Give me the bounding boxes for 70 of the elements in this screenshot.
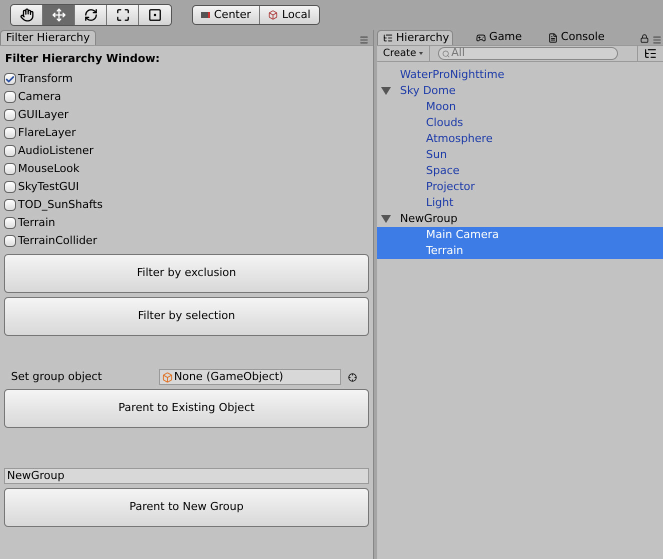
panel-tab[interactable]: Hierarchy [377,30,454,45]
checkbox-label: SkyTestGUI [18,178,79,195]
checkbox-label: FlareLayer [18,124,76,141]
checkbox[interactable] [4,163,16,175]
list-icon [383,33,393,43]
gamepad-icon [476,32,486,42]
checkbox[interactable] [4,235,16,247]
filter-button[interactable]: Filter by exclusion [4,254,369,293]
tree-item[interactable]: WaterProNighttime [377,67,663,83]
checkbox-label: AudioListener [18,142,94,159]
space-button[interactable]: Local [260,6,319,24]
tool-button[interactable] [107,5,139,25]
tree-item[interactable]: Atmosphere [377,131,663,147]
checkbox-label: Camera [18,88,62,105]
field-label: Set group object [10,368,103,385]
cube-icon [162,372,173,382]
search-icon [442,50,450,58]
object-field[interactable]: None (GameObject) [159,369,341,385]
tree-item[interactable]: Moon [377,99,663,115]
checkbox[interactable] [4,91,16,103]
tree-item[interactable]: Light [377,195,663,211]
pivot-icon [201,12,210,18]
rotate-arrows-icon [84,8,98,22]
panel-tab[interactable]: Filter Hierarchy [0,30,96,45]
tree-item[interactable]: Sun [377,147,663,163]
checkbox[interactable] [4,217,16,229]
panel-tab[interactable]: Console [542,30,608,45]
rect-icon [148,8,162,22]
scale-icon [116,8,130,22]
checkbox-label: Terrain [18,214,56,231]
tool-button[interactable] [139,5,171,25]
parent-existing-button[interactable]: Parent to Existing Object [4,389,369,428]
checkbox-label: TerrainCollider [18,232,98,249]
checkbox-label: GUILayer [18,106,68,123]
caret-icon [419,52,424,55]
cube-icon [268,10,278,20]
tool-button[interactable] [75,5,107,25]
hierarchy-filter-icon[interactable] [644,47,657,60]
create-dropdown[interactable]: Create [377,46,430,61]
window-heading: Filter Hierarchy Window: [5,51,161,67]
tree-item[interactable]: Terrain [377,243,663,259]
tree-item[interactable]: Clouds [377,115,663,131]
tool-button[interactable] [11,5,43,25]
tree-item[interactable]: Main Camera [377,227,663,243]
checkbox[interactable] [4,199,16,211]
checkbox-label: Transform [18,70,73,87]
checkbox[interactable] [4,127,16,139]
parent-new-button[interactable]: Parent to New Group [4,488,369,527]
checkbox[interactable] [4,181,16,193]
move-arrows-icon [52,8,66,22]
hand-icon [20,8,34,22]
check-icon [5,74,15,84]
group-name-field[interactable]: NewGroup [4,468,369,484]
tree-item[interactable]: Sky Dome [377,83,663,99]
checkbox-label: TOD_SunShafts [18,196,103,213]
checkbox[interactable] [4,109,16,121]
checkbox-label: MouseLook [18,160,80,177]
lock-icon[interactable] [640,34,649,43]
checkbox[interactable] [4,73,16,85]
pivot-button[interactable]: Center [193,6,260,24]
panel-tab[interactable]: Game [471,30,525,45]
expand-arrow-icon[interactable] [381,87,391,95]
panel-menu-icon[interactable] [359,35,369,45]
document-icon [548,32,558,42]
tree-item[interactable]: Projector [377,179,663,195]
filter-button[interactable]: Filter by selection [4,297,369,336]
panel-menu-icon[interactable] [652,35,662,45]
tree-item[interactable]: Space [377,163,663,179]
checkbox[interactable] [4,145,16,157]
object-picker-icon[interactable] [348,372,357,382]
